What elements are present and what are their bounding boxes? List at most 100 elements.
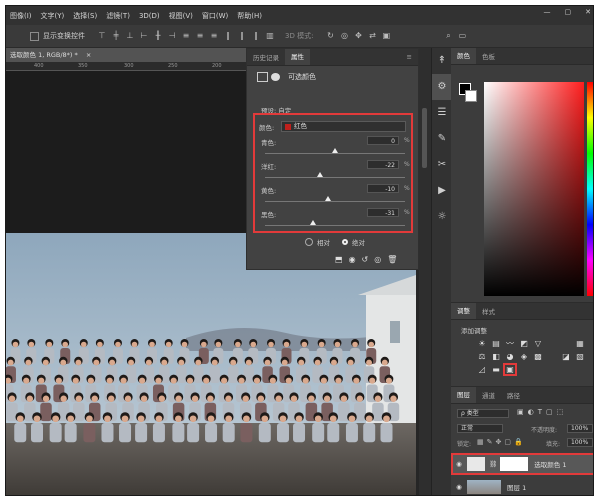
3d-rotate-icon[interactable]: ↻ xyxy=(325,31,335,41)
layer-row-selective-color[interactable]: ◉ ⛓ 选取颜色 1 xyxy=(451,453,593,475)
brightness-icon[interactable]: ☀ xyxy=(477,339,487,348)
blend-mode-select[interactable]: 正常 xyxy=(457,424,503,433)
minimize-button[interactable]: — xyxy=(544,8,551,16)
color-lookup-icon[interactable]: ▩ xyxy=(533,352,543,361)
cyan-field[interactable]: 0 xyxy=(367,136,399,145)
color-balance-icon[interactable]: ⚖ xyxy=(477,352,487,361)
sliders-icon[interactable]: ☰ xyxy=(432,100,452,126)
hue-saturation-icon[interactable]: ▦ xyxy=(575,339,585,348)
channel-mixer-icon[interactable]: ◈ xyxy=(519,352,529,361)
align-vcenter-icon[interactable]: ╪ xyxy=(111,31,121,41)
menu-select[interactable]: 选择(S) xyxy=(73,11,97,21)
cyan-slider-thumb[interactable] xyxy=(332,148,338,153)
close-button[interactable]: ✕ xyxy=(585,8,591,16)
menu-type[interactable]: 文字(Y) xyxy=(41,11,65,21)
selective-color-icon[interactable]: ▣ xyxy=(503,363,517,376)
posterize-icon[interactable]: ▧ xyxy=(575,352,585,361)
shape-filter-icon[interactable]: ▢ xyxy=(546,408,553,416)
menu-image[interactable]: 图像(I) xyxy=(10,11,32,21)
exposure-icon[interactable]: ◩ xyxy=(519,339,529,348)
visibility-eye-icon[interactable]: ◉ xyxy=(451,460,467,468)
tab-adjustments[interactable]: 调整 xyxy=(451,303,476,319)
brush-icon[interactable]: ✎ xyxy=(432,126,452,152)
align-right-icon[interactable]: ⊣ xyxy=(167,31,177,41)
lock-transparent-icon[interactable]: ▦ xyxy=(477,438,484,446)
menu-3d[interactable]: 3D(D) xyxy=(139,12,160,20)
canvas-photo[interactable] xyxy=(6,233,416,495)
color-field[interactable] xyxy=(484,82,584,296)
vibrance-icon[interactable]: ▽ xyxy=(533,339,543,348)
tab-history[interactable]: 历史记录 xyxy=(247,52,285,62)
show-transform-checkbox[interactable] xyxy=(30,31,39,41)
delete-icon[interactable]: 🗑 xyxy=(387,255,397,264)
lock-position-icon[interactable]: ✥ xyxy=(496,438,502,446)
threshold-icon[interactable]: ◿ xyxy=(477,365,487,374)
adjustments-icon[interactable]: ⚙ xyxy=(432,74,452,100)
smart-filter-icon[interactable]: ⬚ xyxy=(557,408,564,416)
workspace-icon[interactable]: ▭ xyxy=(457,31,467,41)
distribute-hcenter-icon[interactable]: ‖ xyxy=(237,31,247,41)
distribute-vcenter-icon[interactable]: ≡ xyxy=(195,31,205,41)
pixel-filter-icon[interactable]: ▣ xyxy=(517,408,524,416)
lock-artboard-icon[interactable]: ▢ xyxy=(504,438,511,446)
absolute-radio[interactable] xyxy=(342,239,348,245)
visibility-icon[interactable]: ◎ xyxy=(374,255,381,264)
menu-view[interactable]: 视图(V) xyxy=(169,11,193,21)
3d-slide-icon[interactable]: ⇄ xyxy=(367,31,377,41)
invert-icon[interactable]: ◪ xyxy=(561,352,571,361)
magenta-track[interactable] xyxy=(265,177,405,178)
background-color-swatch[interactable] xyxy=(465,90,477,102)
adjust-filter-icon[interactable]: ◐ xyxy=(528,408,534,416)
reset-icon[interactable]: ↺ xyxy=(362,255,369,264)
photo-filter-icon[interactable]: ◕ xyxy=(505,352,515,361)
3d-scale-icon[interactable]: ▣ xyxy=(381,31,391,41)
levels-icon[interactable]: ▤ xyxy=(491,339,501,348)
tab-properties[interactable]: 属性 xyxy=(285,49,310,65)
color-select[interactable]: 红色 xyxy=(281,121,406,132)
distribute-top-icon[interactable]: ≡ xyxy=(181,31,191,41)
tab-paths[interactable]: 路径 xyxy=(501,390,526,400)
lightbulb-icon[interactable]: ☼ xyxy=(432,204,452,230)
align-bottom-icon[interactable]: ⊥ xyxy=(125,31,135,41)
menu-help[interactable]: 帮助(H) xyxy=(237,11,262,21)
distribute-right-icon[interactable]: ‖ xyxy=(251,31,261,41)
view-previous-icon[interactable]: ◉ xyxy=(349,255,356,264)
lock-pixels-icon[interactable]: ✎ xyxy=(487,438,493,446)
scrollbar-thumb[interactable] xyxy=(422,108,427,168)
close-tab-icon[interactable]: × xyxy=(86,51,91,59)
3d-roll-icon[interactable]: ◎ xyxy=(339,31,349,41)
panel-menu-icon[interactable]: ≡ xyxy=(401,53,418,61)
visibility-eye-icon[interactable]: ◉ xyxy=(451,483,467,491)
layer-row-layer-1[interactable]: ◉ 图层 1 xyxy=(451,476,593,495)
opacity-field[interactable]: 100% xyxy=(567,424,593,433)
black-track[interactable] xyxy=(265,225,405,226)
magenta-slider-thumb[interactable] xyxy=(316,172,323,177)
play-icon[interactable]: ▶ xyxy=(432,178,452,204)
clip-to-layer-icon[interactable]: ⬒ xyxy=(335,255,343,264)
gradient-map-icon[interactable]: ▬ xyxy=(491,365,501,374)
curves-icon[interactable]: 〰 xyxy=(505,339,515,348)
canvas-pasteboard[interactable] xyxy=(6,71,246,233)
black-white-icon[interactable]: ◧ xyxy=(491,352,501,361)
lock-all-icon[interactable]: 🔒 xyxy=(514,438,523,446)
align-top-icon[interactable]: ⊤ xyxy=(97,31,107,41)
yellow-track[interactable] xyxy=(265,201,405,202)
search-icon[interactable]: ⌕ xyxy=(443,31,453,41)
yellow-field[interactable]: -10 xyxy=(367,184,399,193)
hue-slider[interactable] xyxy=(587,82,593,296)
align-left-icon[interactable]: ⊢ xyxy=(139,31,149,41)
document-tab[interactable]: 选取颜色 1, RGB/8*) * × xyxy=(6,48,246,62)
tab-channels[interactable]: 通道 xyxy=(476,390,501,400)
magenta-field[interactable]: -22 xyxy=(367,160,399,169)
maximize-button[interactable]: ▢ xyxy=(565,8,572,16)
scissors-icon[interactable]: ✂ xyxy=(432,152,452,178)
history-brush-icon[interactable]: ↟ xyxy=(432,48,452,74)
relative-radio[interactable] xyxy=(305,238,313,246)
tab-color[interactable]: 颜色 xyxy=(451,48,476,64)
menu-window[interactable]: 窗口(W) xyxy=(202,11,228,21)
black-slider-thumb[interactable] xyxy=(310,220,317,225)
fill-field[interactable]: 100% xyxy=(567,438,593,447)
yellow-slider-thumb[interactable] xyxy=(325,196,331,201)
3d-pan-icon[interactable]: ✥ xyxy=(353,31,363,41)
type-filter-icon[interactable]: T xyxy=(538,408,542,416)
